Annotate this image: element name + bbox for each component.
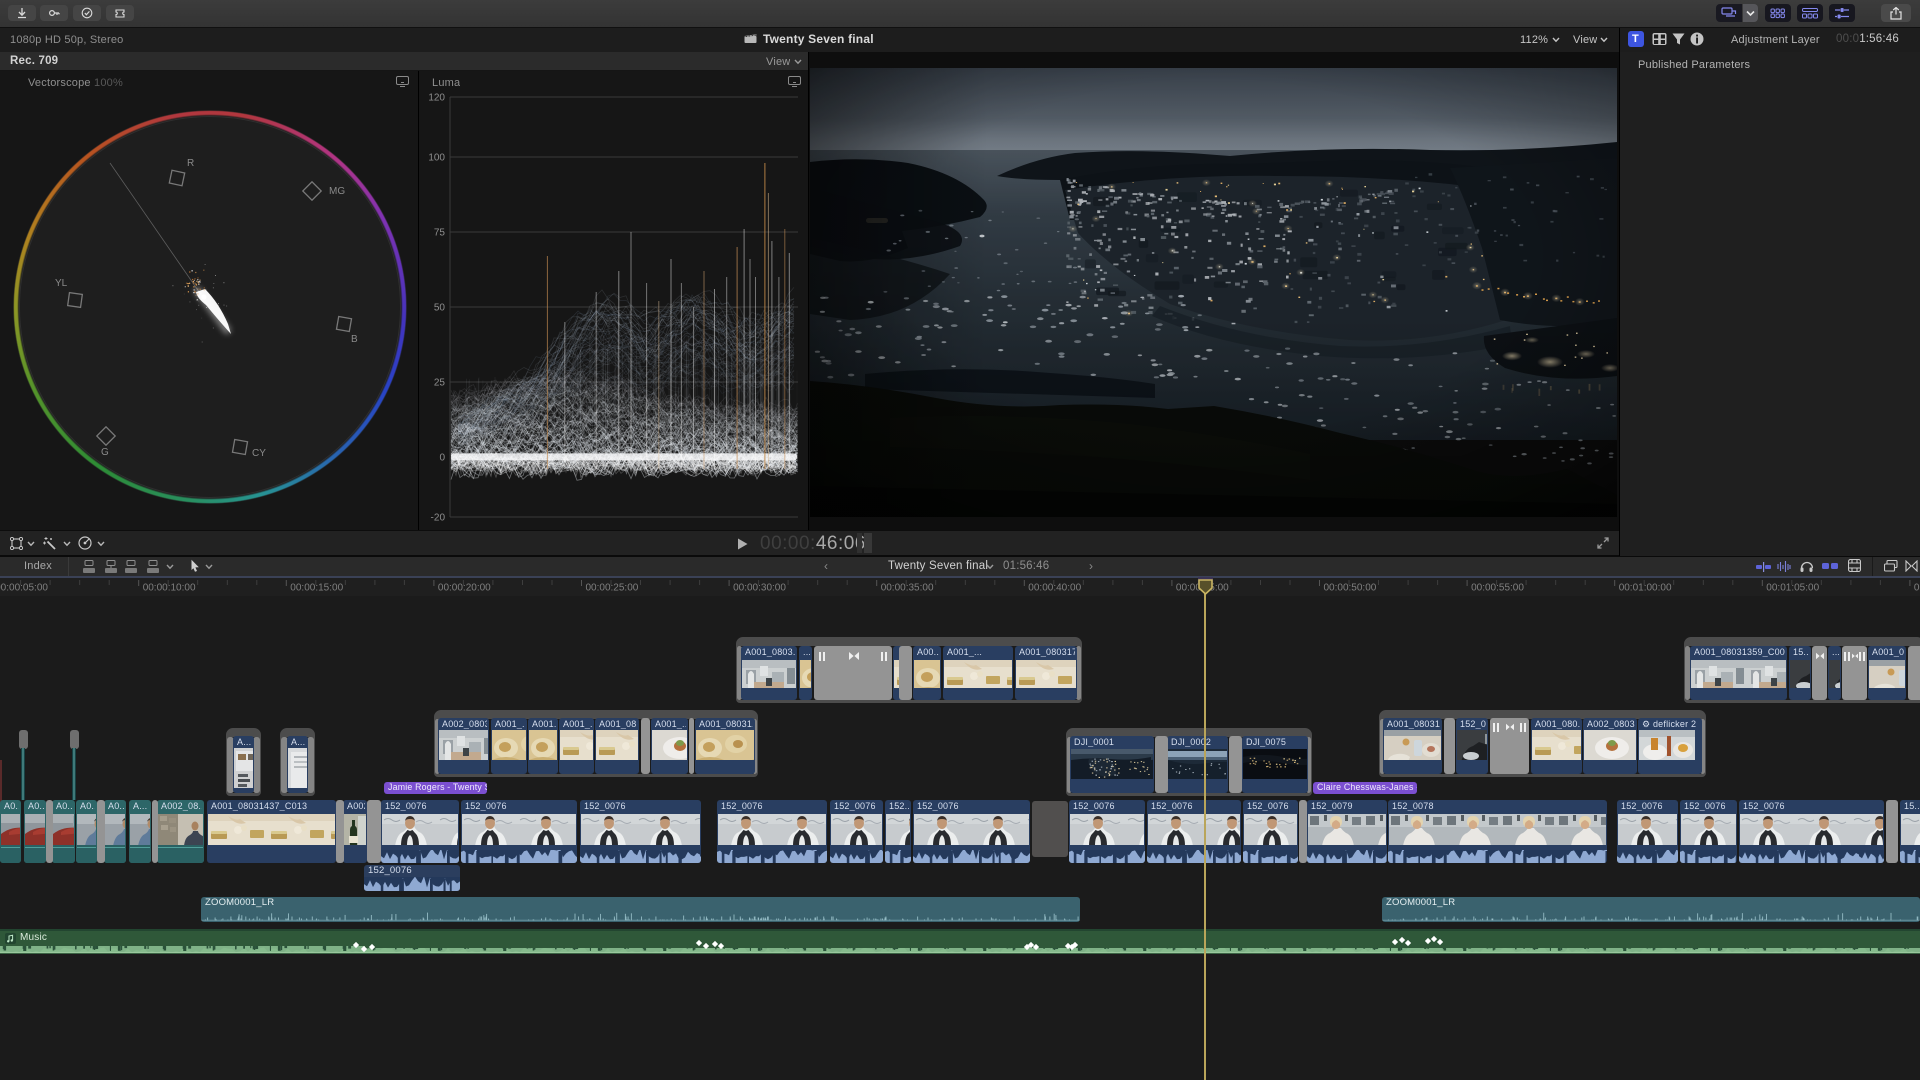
svg-text:00:00:10:00: 00:00:10:00 — [143, 583, 196, 594]
svg-text:00:01:00:00: 00:01:00:00 — [1619, 583, 1672, 594]
svg-text:CY: CY — [252, 448, 266, 459]
svg-text:00:00:50:00: 00:00:50:00 — [1324, 583, 1377, 594]
svg-text:00:00:40:00: 00:00:40:00 — [1028, 583, 1081, 594]
svg-text:00:00:20:00: 00:00:20:00 — [438, 583, 491, 594]
svg-text:00:00:15:00: 00:00:15:00 — [290, 583, 343, 594]
svg-text:25: 25 — [434, 378, 446, 389]
svg-text:100: 100 — [428, 153, 445, 164]
svg-text:00:00:05:00: 00:00:05:00 — [0, 583, 48, 594]
svg-text:00:00:35:00: 00:00:35:00 — [881, 583, 934, 594]
svg-text:YL: YL — [55, 278, 68, 289]
svg-text:-20: -20 — [431, 513, 446, 524]
svg-text:G: G — [101, 447, 109, 458]
svg-text:00:01:10:00: 00:01:10:00 — [1914, 583, 1920, 594]
svg-text:50: 50 — [434, 303, 446, 314]
svg-text:75: 75 — [434, 228, 446, 239]
svg-text:MG: MG — [329, 186, 345, 197]
svg-text:B: B — [351, 334, 358, 345]
svg-text:120: 120 — [428, 93, 445, 104]
svg-text:0: 0 — [439, 453, 445, 464]
svg-text:00:00:25:00: 00:00:25:00 — [586, 583, 639, 594]
svg-text:R: R — [187, 158, 194, 169]
svg-text:00:01:05:00: 00:01:05:00 — [1766, 583, 1819, 594]
svg-text:00:00:55:00: 00:00:55:00 — [1471, 583, 1524, 594]
svg-text:00:00:30:00: 00:00:30:00 — [733, 583, 786, 594]
